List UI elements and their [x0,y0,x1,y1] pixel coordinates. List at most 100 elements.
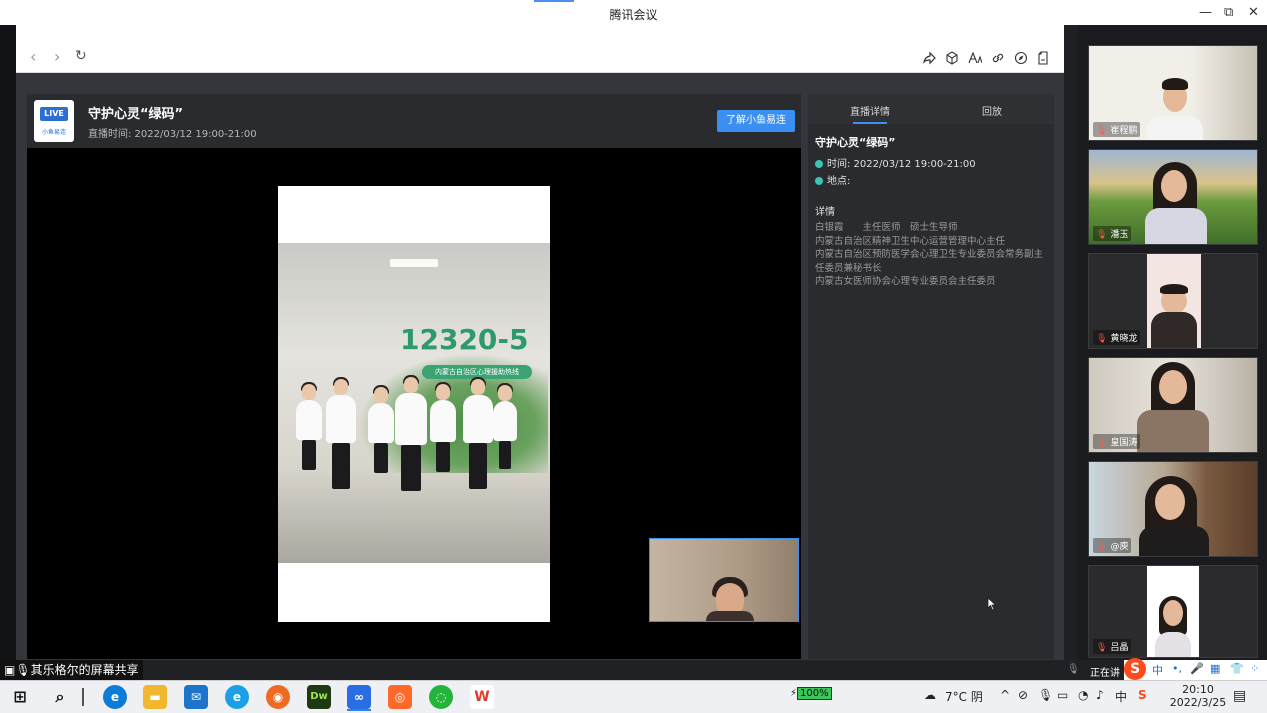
detail-line: 任委员兼秘书长 [815,262,882,274]
location-icon [815,177,823,185]
ime-more[interactable]: ⁘ [1250,662,1259,675]
ime-voice[interactable]: 🎤 [1190,662,1204,675]
cube-icon[interactable] [945,51,959,65]
mic-muted-icon: 🎙 [1096,230,1108,240]
title-accent [534,0,574,2]
event-time: 直播时间: 2022/03/12 19:00-21:00 [88,129,257,140]
tab-replay[interactable]: 回放 [982,103,1002,118]
browser-toolbar: ‹ › ↻ [16,25,1064,73]
weather-icon: ☁ [924,688,936,702]
live-badge: LIVE [40,107,68,121]
event-title: 守护心灵“绿码” [88,107,184,122]
link-icon[interactable] [991,51,1005,65]
participant-name: 🎙 潘玉 [1093,226,1132,241]
participant-tile[interactable]: 🎙 黄晓龙 [1088,253,1258,349]
participant-tile[interactable]: 🎙 皇国涛 [1088,357,1258,453]
clock-icon [815,160,823,168]
mic-muted-icon: 🎙 [1096,542,1108,552]
wps-icon[interactable]: W [470,685,494,709]
weather-text[interactable]: 7°C 阴 [945,688,983,705]
mic-muted-icon: 🎙 [1096,643,1108,653]
mail-icon[interactable]: ✉ [184,685,208,709]
clock-time: 20:10 [1182,683,1214,696]
wifi-icon[interactable]: ◔ [1078,688,1088,702]
doctor-figure [493,383,517,469]
ime-keyboard[interactable]: ▦ [1210,662,1220,675]
windows-start-icon[interactable]: ⊞ [8,685,32,709]
ceiling-light [390,259,438,267]
active-app-indicator [347,709,371,711]
search-icon[interactable]: ⌕ [48,685,72,709]
tray-chevron-icon[interactable]: ^ [1000,688,1010,702]
screen-icon: ▣ [4,663,16,677]
doctor-figure [368,385,394,473]
mouse-cursor-icon [987,597,997,611]
active-tab-indicator [853,122,887,124]
presenter-camera[interactable] [649,538,799,622]
taskbar-divider [82,688,84,706]
compass-icon[interactable] [1014,51,1028,65]
close-button[interactable]: ✕ [1248,5,1259,20]
detail-section-heading: 详情 [815,207,835,218]
live-video: 12320-5 内蒙古自治区心理援助热线 [278,186,550,622]
wechat-icon[interactable]: ◌ [429,685,453,709]
ime-punctuation[interactable]: •, [1172,662,1182,675]
participant-name: 🎙 崔程鹏 [1093,122,1141,137]
ime-chinese-toggle[interactable]: 中 [1152,662,1163,678]
clock-date: 2022/3/25 [1169,696,1227,709]
microphone-icon[interactable]: 🎙 [1038,688,1053,702]
participant-name: 🎙 黄晓龙 [1093,330,1141,345]
participant-tile[interactable]: 🎙 潘玉 [1088,149,1258,245]
edge-browser-icon[interactable]: e [103,685,127,709]
presenter-body [706,611,754,621]
doctor-figure [296,382,322,470]
app-title: 腾讯会议 [609,8,658,22]
mic-icon: 🎙 [15,663,31,677]
detail-line: 内蒙古自治区预防医学会心理卫生专业委员会常务副主 [815,249,1044,260]
tab-live-details[interactable]: 直播详情 [850,103,890,118]
ime-skin[interactable]: 👕 [1230,662,1244,675]
detail-tabs [808,94,1054,124]
volume-icon[interactable]: ♪ [1096,688,1104,702]
forward-button[interactable]: › [54,49,60,65]
file-icon[interactable] [1037,51,1051,65]
cloud-sync-icon[interactable]: ⊘ [1018,688,1028,702]
file-explorer-icon[interactable]: ▬ [143,685,167,709]
participant-tile[interactable]: 🎙 崔程鹏 [1088,45,1258,141]
maximize-button[interactable]: ⧉ [1224,5,1233,20]
hotline-number: 12320-5 [400,323,529,356]
firefox-icon[interactable]: ◉ [266,685,290,709]
doctor-figure [463,377,493,489]
detail-line: 内蒙古女医师协会心理专业委员会主任委员 [815,276,996,287]
tencent-meeting-icon[interactable]: ∞ [347,685,371,709]
speaking-indicator: 正在讲 [1090,668,1120,679]
hotline-sign: 12320-5 内蒙古自治区心理援助热线 [400,323,540,403]
battery-indicator[interactable]: ⚡ 100% [790,687,832,700]
mic-muted-icon: 🎙 [1096,334,1108,344]
sogou-tray-icon[interactable]: S [1138,688,1147,702]
live-logo: LIVE 小鱼易连 [34,100,74,142]
refresh-button[interactable]: ↻ [75,49,87,63]
notification-icon[interactable]: ▤ [1233,688,1246,704]
participant-tile[interactable]: 🎙 吕晶 [1088,565,1258,658]
minimize-button[interactable]: — [1199,5,1212,20]
system-clock[interactable]: 20:10 2022/3/25 [1168,683,1228,709]
participant-name: 🎙 @庾 [1093,538,1132,553]
doctor-figure [395,375,427,491]
recorder-icon[interactable]: ◎ [388,685,412,709]
share-icon[interactable] [922,51,936,65]
font-icon[interactable] [968,51,983,65]
ime-mode-icon[interactable]: 中 [1115,688,1127,705]
ie-browser-icon[interactable]: e [225,685,249,709]
speaker-mic-icon: 🎙 [1067,664,1080,675]
sogou-ime-icon[interactable]: S [1124,658,1146,680]
back-button[interactable]: ‹ [30,49,36,65]
participant-tile[interactable]: 🎙 @庾 [1088,461,1258,557]
doctor-figure [430,382,456,472]
battery-icon[interactable]: ▭ [1057,688,1068,702]
learn-more-button[interactable]: 了解小鱼易连 [717,110,795,132]
dreamweaver-icon[interactable]: Dw [307,685,331,709]
detail-line: 白银霞 主任医师 硕士生导师 [815,222,958,233]
mic-muted-icon: 🎙 [1096,126,1108,136]
detail-place: 地点: [827,176,851,187]
